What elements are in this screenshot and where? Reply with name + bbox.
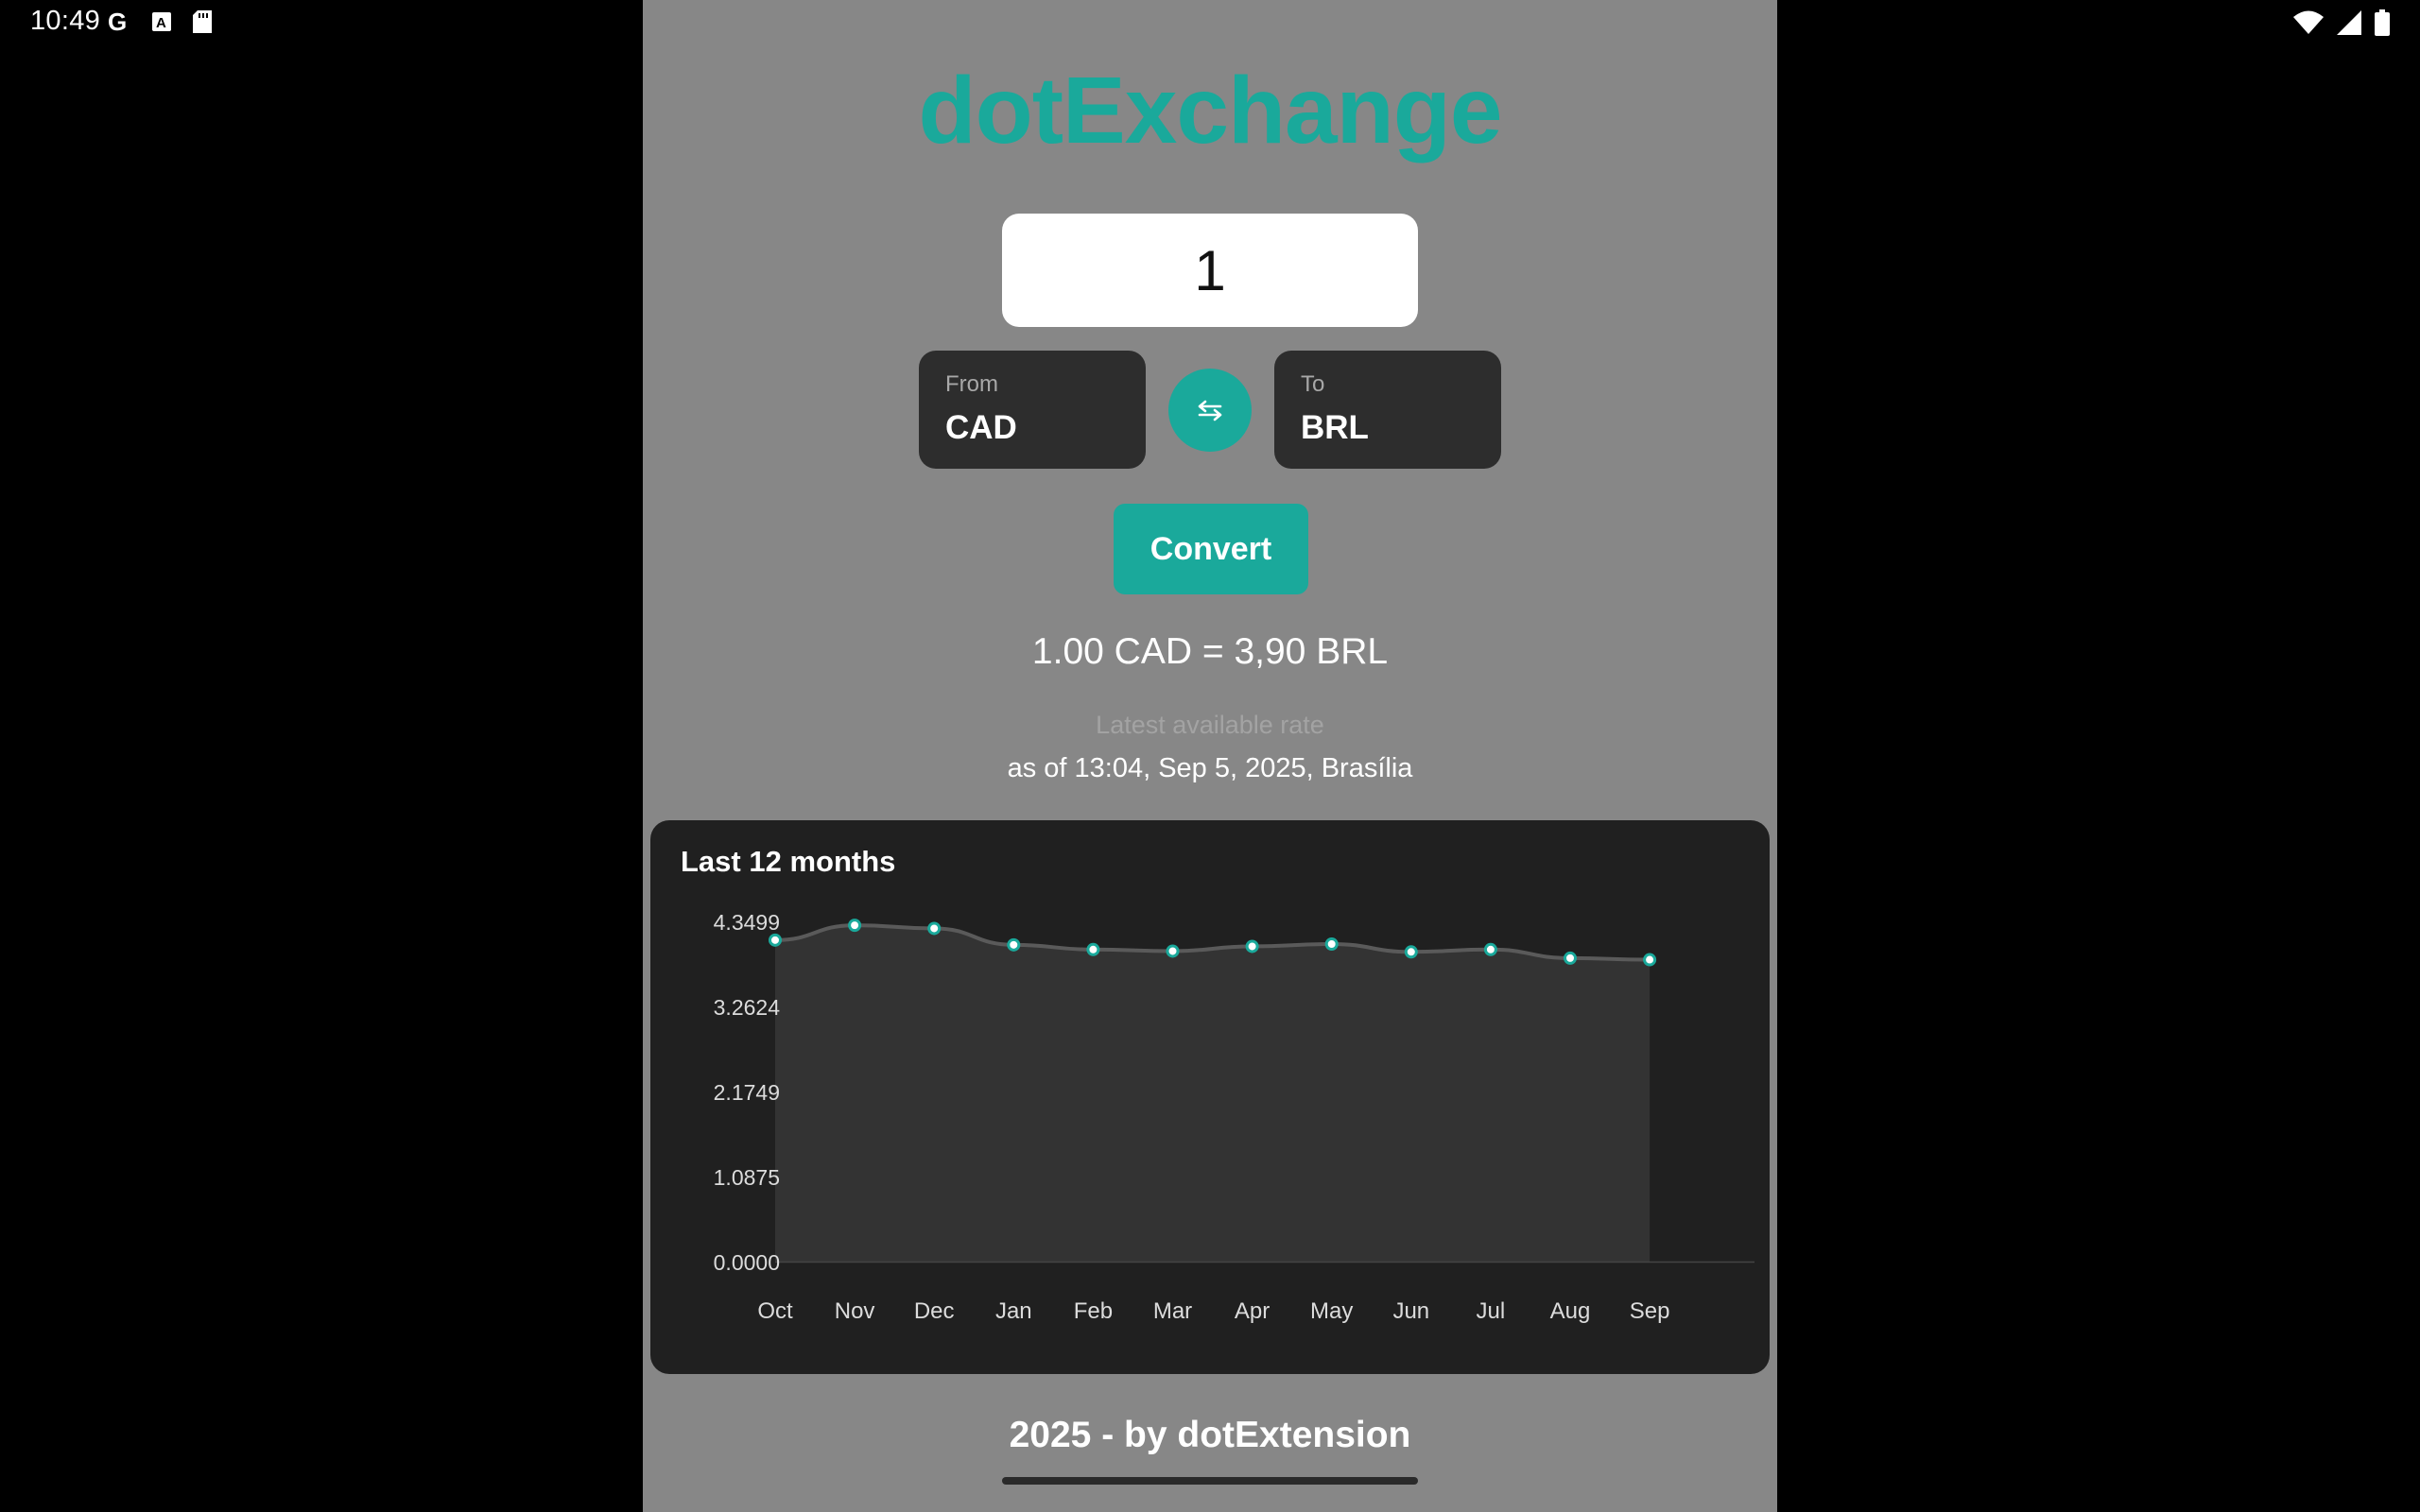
y-tick-label: 3.2624: [714, 995, 781, 1020]
wifi-icon: [2293, 10, 2324, 40]
x-tick-label-may: May: [1310, 1298, 1353, 1324]
from-label: From: [945, 371, 998, 397]
font-icon: A: [151, 11, 172, 37]
x-tick-label-nov: Nov: [835, 1298, 875, 1324]
swap-icon: [1198, 400, 1222, 421]
chart-area-fill: [775, 925, 1651, 1262]
x-tick-label-jul: Jul: [1477, 1298, 1506, 1324]
chart-point-may[interactable]: [1324, 936, 1339, 951]
to-label: To: [1301, 371, 1325, 397]
footer-credit: 2025 - by dotExtension: [1009, 1415, 1411, 1455]
rate-note: Latest available rate: [1096, 711, 1324, 739]
conversion-result: 1.00 CAD = 3,90 BRL: [1031, 631, 1389, 672]
from-currency-selector[interactable]: From CAD: [919, 351, 1146, 469]
y-tick-label: 0.0000: [714, 1250, 780, 1275]
chart-point-mar[interactable]: [1166, 944, 1180, 958]
y-tick-label: 1.0875: [714, 1165, 780, 1190]
to-currency-selector[interactable]: To BRL: [1274, 351, 1501, 469]
x-tick-label-aug: Aug: [1550, 1298, 1591, 1324]
app-title: dotExchange: [918, 58, 1503, 163]
chart-point-apr[interactable]: [1245, 939, 1259, 954]
sd-card-icon: [193, 10, 212, 38]
app-panel: dotExchange From CAD To BRL Convert 1.00…: [643, 0, 1777, 1512]
status-time: 10:49: [30, 6, 101, 36]
swap-currencies-button[interactable]: [1168, 369, 1252, 452]
svg-text:A: A: [156, 15, 166, 31]
chart-point-jan[interactable]: [1007, 937, 1021, 952]
status-bar: 10:49 G A: [0, 0, 2420, 45]
chart-point-feb[interactable]: [1086, 942, 1100, 956]
chart-point-sep[interactable]: [1643, 953, 1657, 967]
chart-point-aug[interactable]: [1564, 951, 1577, 965]
chart-point-jun[interactable]: [1404, 945, 1418, 959]
x-tick-label-mar: Mar: [1153, 1298, 1192, 1324]
x-tick-label-apr: Apr: [1235, 1298, 1270, 1324]
chart-point-nov[interactable]: [848, 919, 862, 933]
rate-timestamp: as of 13:04, Sep 5, 2025, Brasília: [1007, 753, 1413, 783]
convert-button[interactable]: Convert: [1114, 504, 1308, 594]
x-tick-label-jun: Jun: [1392, 1298, 1429, 1324]
y-tick-label: 2.1749: [714, 1080, 780, 1105]
chart-point-jul[interactable]: [1483, 942, 1497, 956]
y-tick-label: 4.3499: [714, 910, 780, 935]
battery-icon: [2375, 9, 2390, 41]
chart-card: Last 12 months 0.0000 1.0875 2.1749 3.2624 4…: [650, 820, 1770, 1374]
signal-icon: [2337, 10, 2361, 40]
chart-point-oct[interactable]: [769, 933, 782, 947]
x-tick-label-dec: Dec: [914, 1298, 955, 1324]
x-tick-label-oct: Oct: [757, 1298, 793, 1324]
google-icon: G: [106, 8, 130, 39]
x-tick-label-jan: Jan: [995, 1298, 1032, 1324]
to-currency-value: BRL: [1301, 409, 1369, 446]
home-indicator[interactable]: [1002, 1477, 1418, 1485]
rate-chart: 0.0000 1.0875 2.1749 3.2624 4.3499 Oct Nov Dec J…: [714, 910, 1754, 1324]
x-tick-label-feb: Feb: [1074, 1298, 1113, 1324]
x-tick-label-sep: Sep: [1630, 1298, 1670, 1324]
from-currency-value: CAD: [945, 409, 1017, 446]
chart-point-dec[interactable]: [927, 921, 942, 936]
svg-text:G: G: [108, 9, 127, 34]
amount-input[interactable]: [1002, 214, 1418, 327]
